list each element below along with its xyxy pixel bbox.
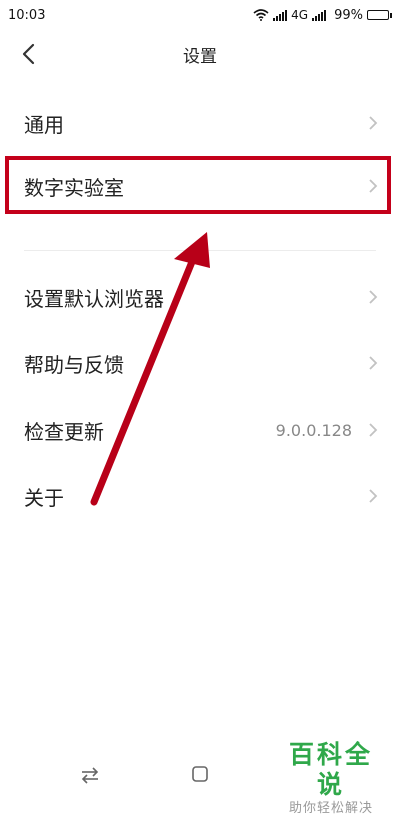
- settings-item-about[interactable]: 关于: [0, 463, 400, 529]
- settings-item-general[interactable]: 通用: [0, 90, 400, 156]
- chevron-right-icon: [369, 356, 378, 370]
- battery-icon: [367, 10, 392, 20]
- settings-item-label: 设置默认浏览器: [24, 286, 164, 311]
- page-title: 设置: [183, 47, 217, 67]
- home-icon[interactable]: [190, 764, 210, 784]
- settings-item-label: 检查更新: [24, 419, 104, 444]
- switch-apps-icon[interactable]: [79, 764, 101, 786]
- chevron-right-icon: [369, 290, 378, 304]
- settings-item-label: 数字实验室: [24, 175, 124, 200]
- signal-icon: [273, 9, 288, 21]
- watermark-logo: 百科全说 助你轻松解决: [276, 740, 386, 818]
- battery-percent: 99%: [334, 7, 363, 23]
- wifi-icon: [253, 9, 269, 21]
- settings-item-digital-lab[interactable]: 数字实验室: [0, 155, 400, 217]
- settings-item-label: 关于: [24, 485, 64, 510]
- settings-item-check-update[interactable]: 检查更新 9.0.0.128: [0, 397, 400, 463]
- chevron-right-icon: [369, 489, 378, 503]
- settings-item-label: 通用: [24, 112, 64, 137]
- chevron-right-icon: [369, 116, 378, 130]
- signal-icon: [312, 9, 327, 21]
- settings-item-default-browser[interactable]: 设置默认浏览器: [0, 264, 400, 330]
- settings-item-help-feedback[interactable]: 帮助与反馈: [0, 330, 400, 396]
- watermark-subtitle: 助你轻松解决: [288, 801, 373, 816]
- chevron-right-icon: [369, 179, 378, 193]
- version-value: 9.0.0.128: [275, 420, 352, 440]
- title-bar: 设置: [0, 30, 400, 76]
- divider: [24, 250, 376, 251]
- status-time: 10:03: [8, 7, 46, 23]
- status-bar: 10:03 4G 99%: [0, 0, 400, 30]
- status-icons: 4G 99%: [253, 8, 392, 23]
- chevron-right-icon: [369, 423, 378, 437]
- watermark-title: 百科全说: [288, 740, 373, 799]
- settings-item-label: 帮助与反馈: [24, 352, 124, 377]
- network-type: 4G: [291, 8, 309, 22]
